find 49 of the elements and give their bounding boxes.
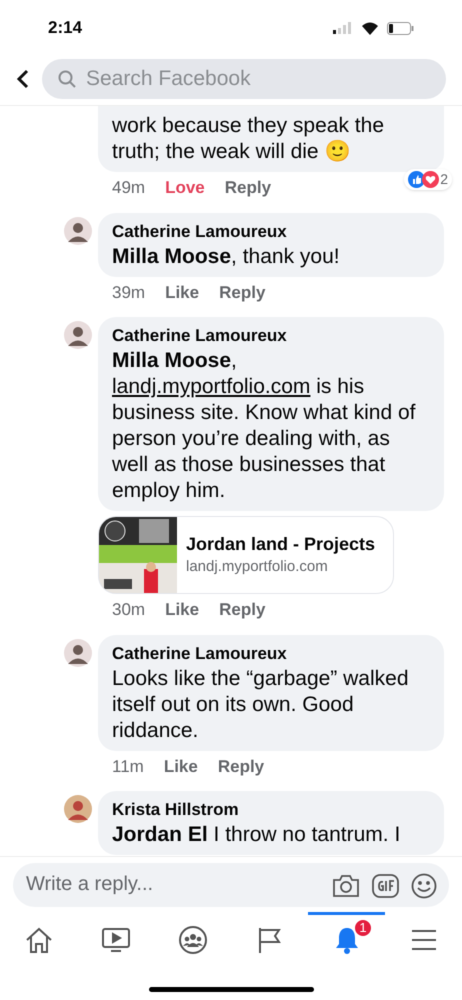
search-field[interactable]: Search Facebook [42, 58, 446, 98]
wifi-icon [361, 22, 379, 34]
tab[interactable]: 1 [308, 912, 385, 964]
emoji-icon[interactable] [411, 872, 437, 898]
comment-text: Jordan El I throw no tantrum. I [112, 822, 402, 848]
reply-field[interactable]: Write a reply... [13, 862, 449, 906]
love-icon [422, 171, 440, 188]
gif-icon[interactable] [372, 874, 399, 898]
comment-time: 11m [112, 756, 144, 778]
avatar[interactable] [64, 638, 92, 666]
reply-button[interactable]: Reply [224, 175, 272, 200]
link-title: Jordan land - Projects [186, 532, 376, 556]
link[interactable]: landj.myportfolio.com [112, 375, 310, 398]
video-icon [100, 926, 130, 952]
react-button[interactable]: Like [165, 280, 200, 305]
comment-author[interactable]: Catherine Lamoureux [112, 642, 430, 666]
react-button[interactable]: Like [165, 597, 200, 622]
comment-text: Milla Moose, landj.myportfolio.com is his business site. Know what kind of person you’re dealing with, as well as those businesses that employ him. [112, 348, 416, 504]
comment-text: Looks like the “garbage” walked itself out on its own. Good riddance. [112, 666, 410, 744]
menu-icon [410, 928, 436, 950]
link-preview[interactable]: Jordan land - Projects landj.myportfolio.com [98, 516, 394, 594]
comment-author[interactable]: Catherine Lamoureux [112, 324, 430, 348]
avatar[interactable] [64, 216, 92, 244]
reaction-count[interactable]: 2 [404, 169, 452, 190]
avatar[interactable] [64, 795, 92, 823]
signal-icon [333, 22, 353, 34]
comment-author[interactable]: Krista Hillstrom [112, 798, 430, 822]
avatar[interactable] [64, 321, 92, 349]
comment-time: 49m [112, 177, 146, 199]
groups-icon [178, 924, 208, 954]
comment-text: Milla Moose, thank you! [112, 244, 341, 270]
search-icon [58, 70, 76, 88]
comment-time: 30m [112, 599, 146, 621]
comment-text: work because they speak the truth; the weak will die 🙂 [112, 113, 385, 165]
back-icon[interactable] [16, 68, 30, 88]
reply-button[interactable]: Reply [218, 754, 264, 779]
reply-button[interactable]: Reply [219, 280, 266, 305]
camera-icon[interactable] [332, 874, 360, 898]
react-button[interactable]: Like [164, 754, 198, 779]
link-domain: landj.myportfolio.com [186, 556, 329, 577]
notification-badge: 1 [353, 918, 373, 938]
home-icon [24, 926, 54, 954]
status-time: 2:14 [48, 17, 82, 40]
comment-time: 39m [112, 282, 146, 304]
flag-icon [256, 926, 282, 954]
comment-author[interactable]: Catherine Lamoureux [112, 220, 430, 244]
react-button[interactable]: Love [165, 175, 205, 200]
reply-button[interactable]: Reply [219, 597, 266, 622]
battery-icon [387, 22, 414, 34]
